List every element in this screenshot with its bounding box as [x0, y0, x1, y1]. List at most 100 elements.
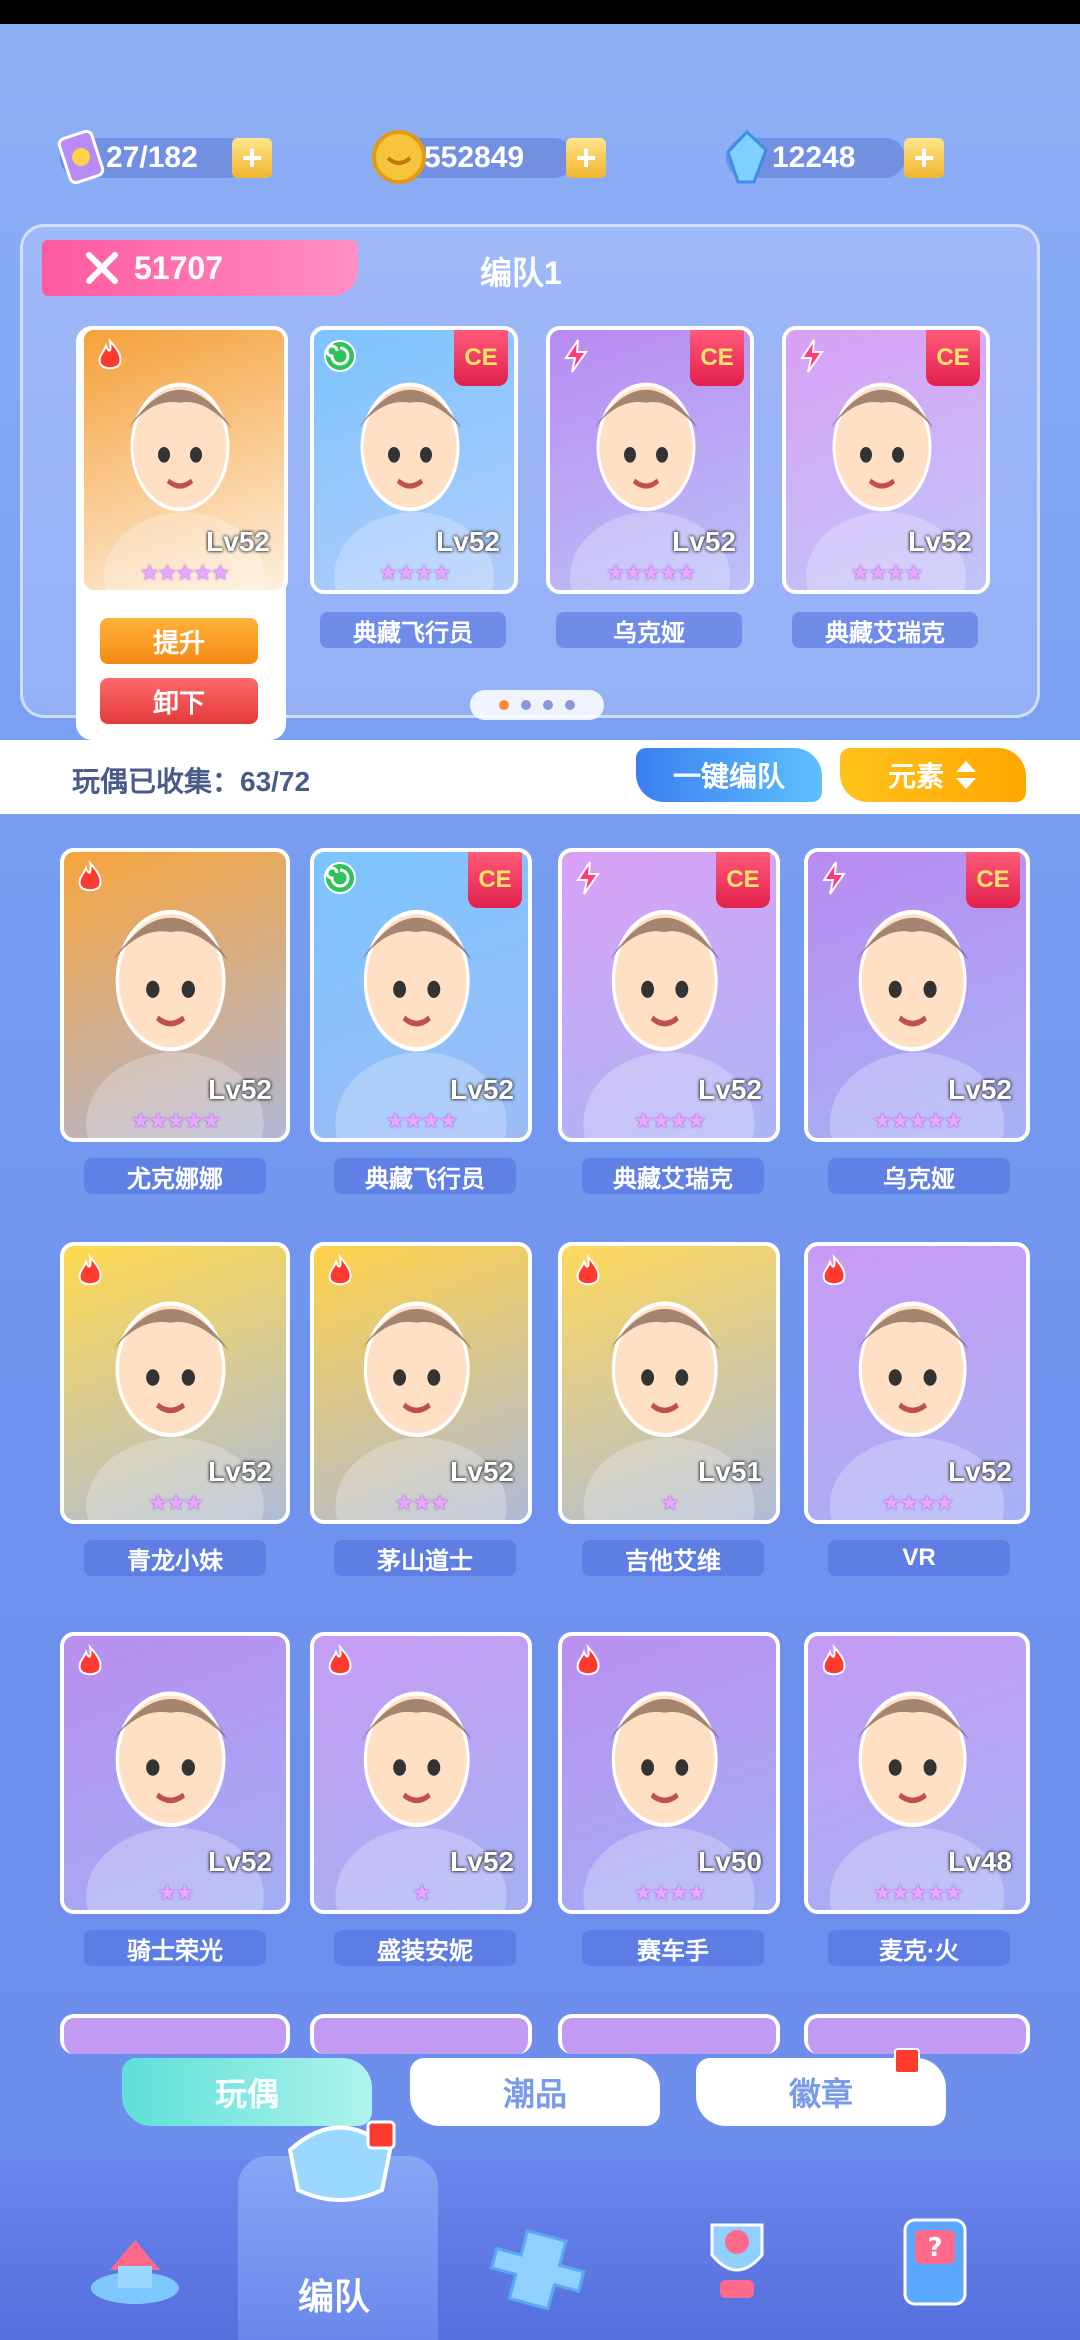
- fire-element-icon: [92, 337, 128, 374]
- level-label: Lv52: [208, 1456, 272, 1487]
- page-dot: [499, 700, 509, 710]
- level-label: Lv52: [436, 526, 500, 557]
- doll-card[interactable]: [310, 2014, 532, 2054]
- collector-edition-badge: CE: [926, 330, 980, 386]
- tab-trendy[interactable]: 潮品: [410, 2058, 660, 2126]
- star-rating: ★★★★★: [872, 1880, 964, 1905]
- doll-card[interactable]: Lv51 ★: [558, 1242, 780, 1524]
- doll-name: 赛车手: [582, 1930, 764, 1966]
- fire-element-icon: [322, 1643, 358, 1680]
- doll-card[interactable]: [558, 2014, 780, 2054]
- doll-card[interactable]: Lv50 ★★★★: [558, 1632, 780, 1914]
- element-sort-label: 元素: [887, 761, 944, 792]
- collector-edition-badge: CE: [716, 852, 770, 908]
- add-ticket-button[interactable]: +: [232, 138, 272, 178]
- fire-element-icon: [816, 1643, 852, 1680]
- team-icon: [287, 2120, 396, 2202]
- crystal-resource[interactable]: 12248 +: [726, 129, 944, 184]
- level-label: Lv52: [208, 1074, 272, 1105]
- star-rating: ★★★: [394, 1490, 449, 1515]
- fire-element-icon: [72, 859, 108, 896]
- coin-icon: [372, 130, 426, 184]
- fire-element-icon: [72, 1253, 108, 1290]
- doll-name: 青龙小妹: [84, 1540, 266, 1576]
- level-label: Lv52: [698, 1074, 762, 1105]
- team-member-name: 典藏飞行员: [320, 612, 506, 648]
- fire-element-icon: [72, 1643, 108, 1680]
- doll-name: 吉他艾维: [582, 1540, 764, 1576]
- home-icon[interactable]: [80, 2210, 190, 2310]
- level-label: Lv52: [948, 1074, 1012, 1105]
- coin-resource[interactable]: 552849 +: [372, 130, 606, 184]
- level-label: Lv52: [672, 526, 736, 557]
- star-rating: ★★★★: [633, 1880, 707, 1905]
- nav-item-team-label: 编队: [298, 2276, 371, 2317]
- lightning-element-icon: [794, 338, 830, 374]
- fire-element-icon: [816, 1253, 852, 1290]
- doll-card[interactable]: Lv52 ★★★★★: [60, 848, 290, 1142]
- fire-element-icon: [570, 1643, 606, 1680]
- trophy-icon[interactable]: [682, 2210, 792, 2310]
- star-rating: ★★★★: [881, 1490, 955, 1515]
- page-dot: [565, 700, 575, 710]
- new-badge-dot: [894, 2048, 920, 2074]
- level-label: Lv52: [450, 1456, 514, 1487]
- gacha-machine-icon[interactable]: ?: [880, 2210, 990, 2310]
- level-label: Lv52: [948, 1456, 1012, 1487]
- team-member-card[interactable]: CE Lv52 ★★★★★: [546, 326, 754, 594]
- status-bar: [0, 0, 1080, 24]
- star-rating: ★: [412, 1880, 432, 1905]
- doll-card[interactable]: [60, 2014, 290, 2054]
- star-rating: ★★★: [148, 1490, 203, 1515]
- wind-element-icon: [322, 860, 358, 896]
- doll-name: 麦克·火: [828, 1930, 1010, 1966]
- star-rating: ★★: [157, 1880, 194, 1905]
- ticket-icon: [57, 129, 105, 185]
- collector-edition-badge: CE: [690, 330, 744, 386]
- add-coin-button[interactable]: +: [566, 138, 606, 178]
- add-crystal-button[interactable]: +: [904, 138, 944, 178]
- team-member-card[interactable]: CE Lv52 ★★★★: [782, 326, 990, 594]
- level-label: Lv52: [450, 1846, 514, 1877]
- wind-element-icon: [322, 338, 358, 374]
- page-dot: [543, 700, 553, 710]
- lightning-element-icon: [570, 860, 606, 896]
- doll-card[interactable]: CE Lv52 ★★★★★: [804, 848, 1030, 1142]
- doll-name: 典藏艾瑞克: [582, 1158, 764, 1194]
- remove-button[interactable]: 卸下: [100, 678, 258, 724]
- gamepad-icon[interactable]: [484, 2210, 594, 2310]
- team-power-value: 51707: [134, 249, 223, 286]
- level-label: Lv52: [908, 526, 972, 557]
- fire-element-icon: [570, 1253, 606, 1290]
- ticket-resource[interactable]: 27/182 +: [57, 129, 272, 185]
- doll-name: 乌克娅: [828, 1158, 1010, 1194]
- team-title: 编队1: [480, 255, 562, 291]
- star-rating: ★★★★: [378, 560, 452, 585]
- level-label: Lv50: [698, 1846, 762, 1877]
- doll-name: 骑士荣光: [84, 1930, 266, 1966]
- element-sort-button[interactable]: 元素: [840, 748, 1026, 802]
- star-rating: ★★★★★: [139, 560, 231, 585]
- doll-name: VR: [828, 1540, 1010, 1576]
- doll-name: 典藏飞行员: [334, 1158, 516, 1194]
- crossed-swords-icon: [86, 252, 118, 284]
- team-member-name: 乌克娅: [556, 612, 742, 648]
- team-member-card[interactable]: Lv52 ★★★★★: [80, 326, 288, 594]
- doll-card[interactable]: Lv48 ★★★★★: [804, 1632, 1030, 1914]
- one-key-team-button[interactable]: 一键编队: [636, 748, 822, 802]
- doll-card[interactable]: Lv52 ★★★★: [804, 1242, 1030, 1524]
- doll-card[interactable]: Lv52 ★★★: [60, 1242, 290, 1524]
- star-rating: ★★★★★: [605, 560, 697, 585]
- collector-edition-badge: CE: [454, 330, 508, 386]
- doll-name: 盛装安妮: [334, 1930, 516, 1966]
- doll-card[interactable]: CE Lv52 ★★★★: [310, 848, 532, 1142]
- doll-card[interactable]: Lv52 ★★★: [310, 1242, 532, 1524]
- level-label: Lv52: [206, 526, 270, 557]
- doll-card[interactable]: Lv52 ★: [310, 1632, 532, 1914]
- page-indicator[interactable]: [470, 690, 604, 720]
- team-member-card[interactable]: CE Lv52 ★★★★: [310, 326, 518, 594]
- doll-card[interactable]: Lv52 ★★: [60, 1632, 290, 1914]
- star-rating: ★★★★★: [130, 1108, 222, 1133]
- doll-card[interactable]: CE Lv52 ★★★★: [558, 848, 780, 1142]
- upgrade-button[interactable]: 提升: [100, 618, 258, 664]
